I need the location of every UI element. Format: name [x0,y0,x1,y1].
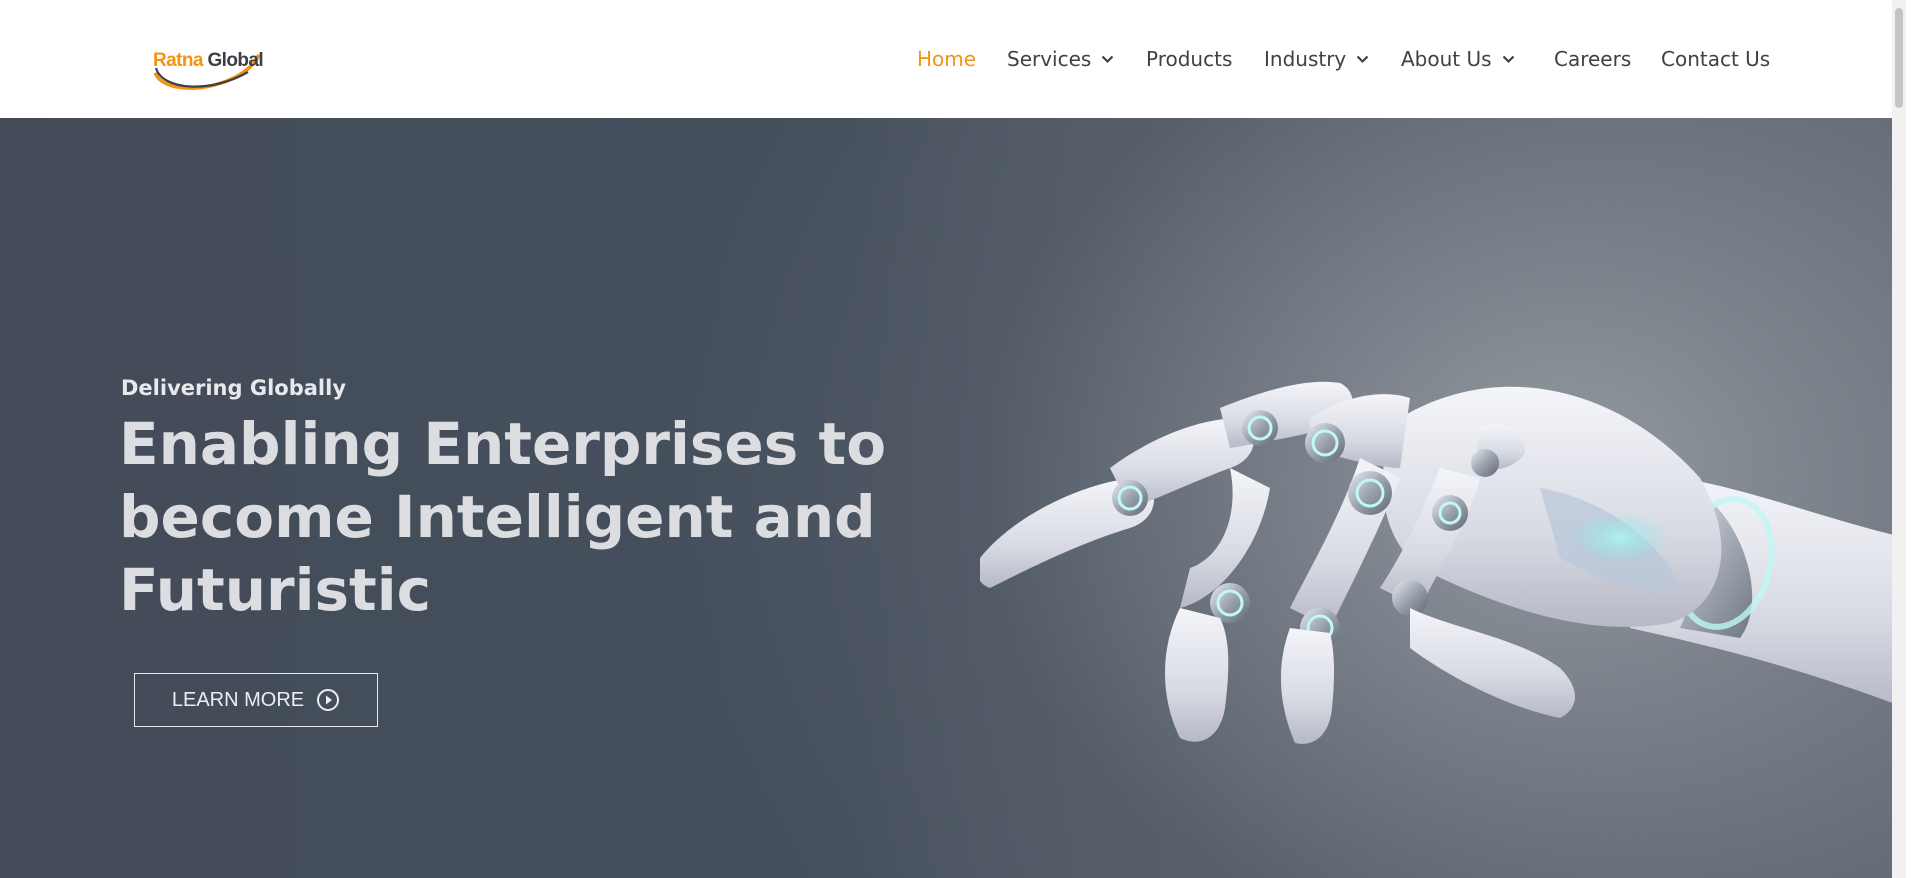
learn-more-button[interactable]: LEARN MORE [134,673,378,727]
nav-item-contact-us[interactable]: Contact Us [1661,46,1770,72]
nav-item-industry[interactable]: Industry [1264,46,1369,72]
hero-kicker: Delivering Globally [121,376,347,400]
headline-line-2: become Intelligent and [119,483,876,551]
main-nav: Home Services Products Industry About Us… [0,46,1906,72]
headline-line-1: Enabling Enterprises to [119,410,887,478]
site-header: Ratna Global Home Services Products Indu… [0,0,1906,118]
chevron-down-icon [1502,55,1514,63]
hero-headline: Enabling Enterprises to become Intellige… [119,408,887,627]
robot-hand-image [980,381,1906,744]
nav-item-label: Products [1146,47,1233,71]
nav-item-label: Home [917,47,977,71]
nav-item-careers[interactable]: Careers [1554,46,1631,72]
nav-item-home[interactable]: Home [917,46,976,72]
nav-item-label: About Us [1401,47,1492,71]
nav-item-label: Contact Us [1661,47,1771,71]
nav-item-label: Industry [1264,47,1347,71]
learn-more-label: LEARN MORE [171,688,305,711]
nav-item-label: Careers [1554,47,1632,71]
nav-item-products[interactable]: Products [1146,46,1232,72]
scrollbar-thumb[interactable] [1895,8,1903,108]
play-circle-icon [317,689,340,711]
page-scrollbar[interactable] [1892,0,1906,878]
chevron-down-icon [1102,55,1114,63]
hero-banner: Delivering Globally Enabling Enterprises… [0,118,1906,878]
chevron-down-icon [1356,55,1369,63]
headline-line-3: Futuristic [119,556,432,624]
page: Ratna Global Home Services Products Indu… [0,0,1906,878]
nav-item-label: Services [1007,47,1092,71]
nav-item-about-us[interactable]: About Us [1401,46,1515,72]
nav-item-services[interactable]: Services [1007,46,1114,72]
